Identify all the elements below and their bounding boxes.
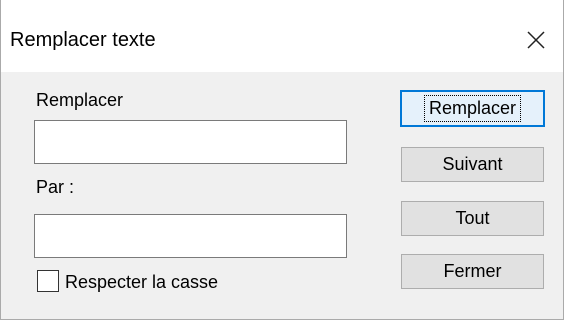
replace-all-button[interactable]: Tout	[401, 201, 544, 236]
replace-button-label: Remplacer	[423, 95, 522, 122]
close-icon	[527, 31, 545, 49]
next-button-label: Suivant	[442, 154, 503, 174]
close-dialog-button-label: Fermer	[443, 261, 502, 281]
next-button[interactable]: Suivant	[401, 147, 544, 182]
close-dialog-button[interactable]: Fermer	[401, 254, 544, 289]
replace-all-button-label: Tout	[455, 208, 490, 228]
replace-label: Par :	[36, 177, 75, 197]
replace-button[interactable]: Remplacer	[400, 90, 545, 127]
window-title: Remplacer texte	[10, 29, 156, 51]
find-label: Remplacer	[36, 90, 124, 110]
replace-input[interactable]	[34, 214, 347, 258]
close-button[interactable]	[517, 22, 555, 58]
title-bar: Remplacer texte	[1, 0, 563, 72]
match-case-checkbox[interactable]	[37, 270, 59, 292]
replace-text-dialog: Remplacer texte Remplacer Par : Respecte…	[0, 0, 564, 320]
find-input[interactable]	[34, 120, 347, 164]
match-case-label: Respecter la casse	[65, 272, 219, 292]
